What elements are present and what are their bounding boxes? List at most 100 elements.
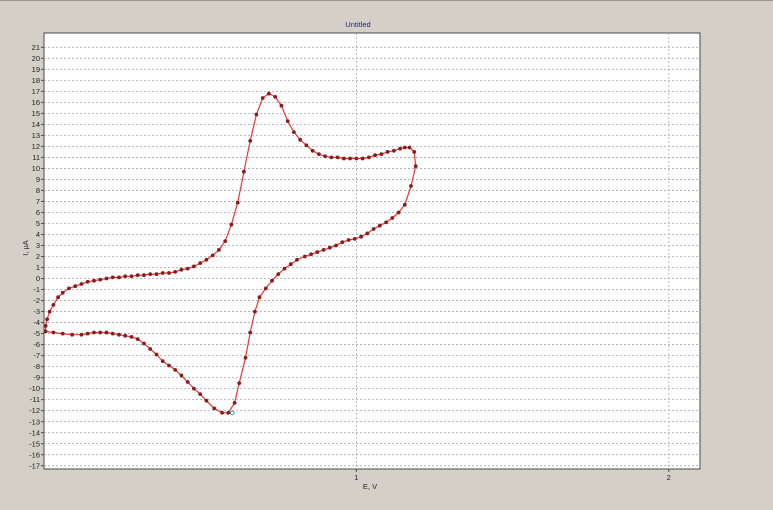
data-point bbox=[270, 278, 274, 283]
y-tick-label: -8 bbox=[33, 362, 40, 371]
y-axis-label: I, µA bbox=[21, 240, 30, 256]
y-tick-label: 0 bbox=[36, 274, 40, 283]
data-point bbox=[367, 155, 371, 160]
data-point bbox=[413, 164, 418, 169]
y-tick-label: -6 bbox=[33, 340, 40, 349]
data-point bbox=[43, 329, 48, 334]
y-tick-label: 5 bbox=[36, 219, 40, 228]
data-point bbox=[371, 227, 376, 231]
data-point bbox=[135, 273, 140, 278]
data-point bbox=[321, 248, 326, 252]
data-point bbox=[173, 368, 178, 372]
data-point bbox=[73, 284, 78, 289]
data-point bbox=[243, 355, 248, 360]
data-point bbox=[110, 275, 115, 280]
data-point bbox=[279, 103, 284, 108]
y-tick-label: 17 bbox=[32, 87, 40, 96]
data-point bbox=[254, 112, 259, 117]
y-tick-label: 12 bbox=[32, 142, 40, 151]
y-tick-labels: 2120191817161514131211109876543210-1-2-3… bbox=[29, 43, 44, 470]
data-point bbox=[257, 295, 262, 300]
data-point bbox=[198, 392, 203, 396]
data-point bbox=[142, 273, 146, 278]
data-point bbox=[352, 237, 357, 241]
data-point bbox=[70, 332, 74, 337]
data-point bbox=[148, 347, 153, 351]
data-point bbox=[110, 331, 115, 336]
data-point bbox=[226, 410, 231, 415]
x-tick-labels: 12 bbox=[354, 469, 671, 482]
y-tick-label: 4 bbox=[36, 230, 40, 239]
data-point bbox=[288, 262, 293, 267]
data-point bbox=[51, 330, 56, 335]
data-point bbox=[260, 96, 265, 100]
data-point bbox=[412, 150, 417, 154]
data-point bbox=[392, 148, 396, 153]
data-point bbox=[295, 257, 299, 262]
y-tick-label: -14 bbox=[29, 428, 40, 437]
data-point bbox=[51, 303, 56, 307]
data-point bbox=[167, 363, 171, 368]
data-point bbox=[79, 332, 84, 337]
data-point bbox=[402, 145, 407, 150]
data-point bbox=[47, 309, 52, 314]
data-point bbox=[217, 248, 221, 252]
data-point bbox=[223, 239, 228, 244]
data-point bbox=[98, 330, 103, 335]
data-point bbox=[282, 266, 287, 271]
data-point bbox=[154, 272, 159, 276]
data-point bbox=[315, 250, 320, 255]
y-tick-label: 7 bbox=[36, 197, 40, 206]
y-tick-label: 11 bbox=[32, 153, 40, 162]
data-point bbox=[229, 222, 234, 227]
data-point bbox=[185, 380, 190, 384]
data-point bbox=[248, 330, 253, 335]
data-point bbox=[123, 333, 128, 338]
data-point bbox=[212, 406, 217, 411]
data-point bbox=[348, 156, 352, 161]
data-point bbox=[385, 150, 390, 154]
data-point bbox=[365, 231, 370, 236]
data-point bbox=[123, 274, 128, 279]
data-point bbox=[79, 282, 84, 286]
data-point bbox=[329, 155, 334, 160]
data-point bbox=[179, 373, 184, 378]
data-point bbox=[85, 331, 90, 336]
y-tick-label: 15 bbox=[32, 109, 40, 118]
data-point bbox=[253, 309, 257, 314]
y-tick-label: -7 bbox=[33, 351, 40, 360]
data-point bbox=[298, 137, 303, 142]
data-point bbox=[285, 119, 290, 123]
y-tick-label: -15 bbox=[29, 439, 40, 448]
data-point bbox=[117, 332, 121, 337]
y-tick-label: -10 bbox=[29, 384, 40, 393]
data-point bbox=[154, 352, 159, 357]
data-point bbox=[379, 152, 384, 157]
y-tick-label: 2 bbox=[36, 252, 40, 261]
data-point bbox=[148, 272, 153, 276]
data-point bbox=[302, 254, 307, 259]
y-tick-label: 16 bbox=[32, 98, 40, 107]
y-tick-label: -5 bbox=[33, 329, 40, 338]
cv-chart: Untitled 2120191817161514131211109876543… bbox=[21, 20, 701, 491]
data-point bbox=[235, 200, 240, 205]
y-tick-label: -16 bbox=[29, 450, 40, 459]
data-point bbox=[60, 331, 65, 336]
y-tick-label: 21 bbox=[32, 43, 40, 52]
data-point bbox=[92, 330, 96, 335]
data-point bbox=[192, 264, 196, 269]
data-point bbox=[242, 169, 246, 174]
y-tick-label: 19 bbox=[32, 65, 40, 74]
data-point bbox=[276, 272, 281, 276]
data-point bbox=[273, 95, 278, 99]
y-tick-label: -1 bbox=[33, 285, 40, 294]
y-tick-label: -17 bbox=[29, 461, 40, 470]
data-point bbox=[377, 223, 382, 228]
y-tick-label: 9 bbox=[36, 175, 40, 184]
y-tick-label: 10 bbox=[32, 164, 40, 173]
x-axis-label: E, V bbox=[363, 482, 377, 491]
data-point bbox=[304, 143, 309, 148]
data-point bbox=[45, 317, 49, 322]
data-point bbox=[220, 410, 225, 415]
data-point bbox=[98, 277, 103, 282]
